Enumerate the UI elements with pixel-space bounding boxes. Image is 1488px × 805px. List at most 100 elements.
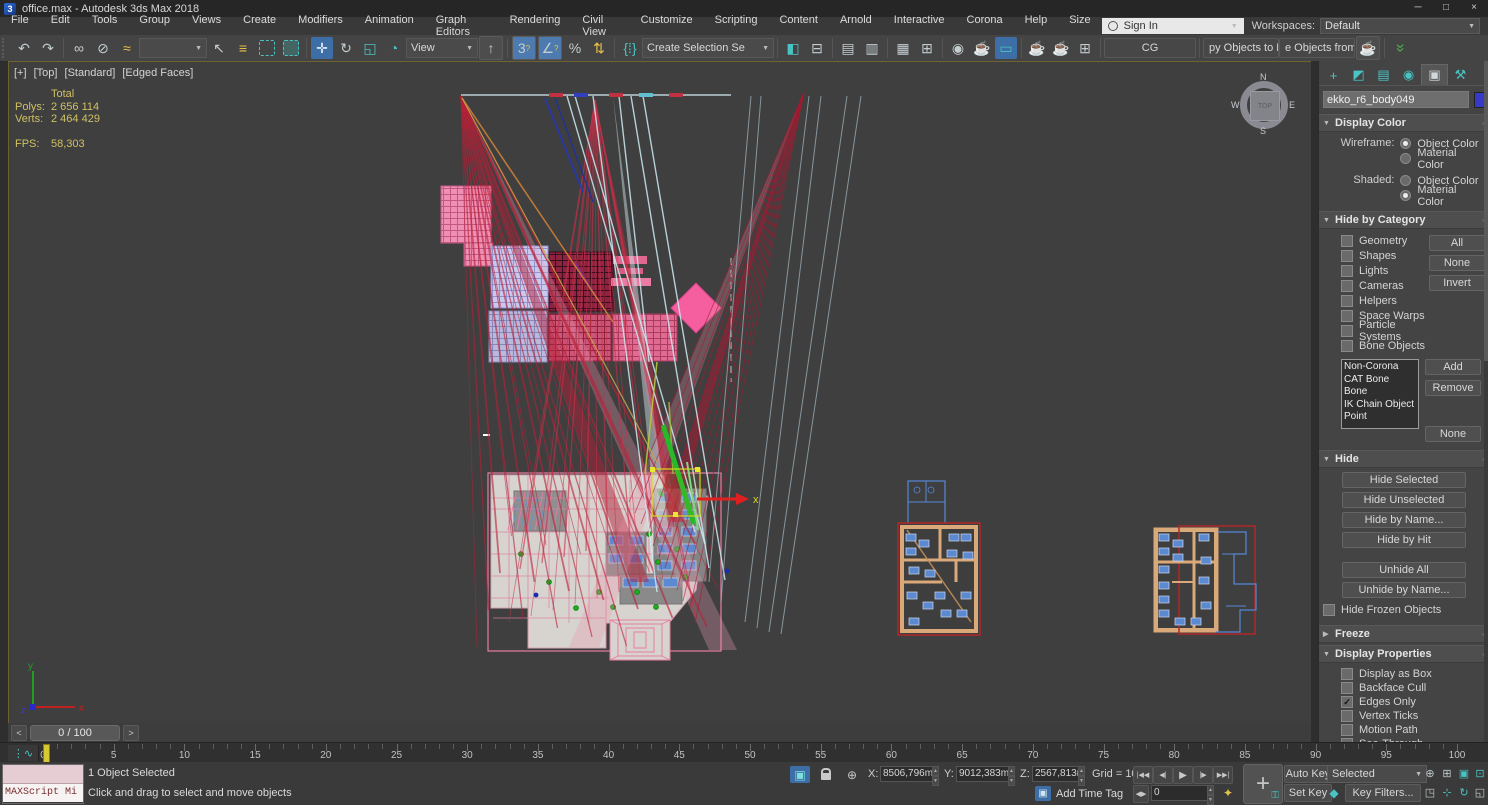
rollout-display-properties[interactable]: ▼Display Properties▪ <box>1319 645 1488 663</box>
checkbox-icon[interactable] <box>1341 250 1353 262</box>
play-button[interactable]: ▶ <box>1173 766 1193 784</box>
viewcube-east[interactable]: E <box>1289 100 1295 110</box>
corona-toolbar-icon[interactable]: » <box>1389 37 1411 59</box>
viewcube-north[interactable]: N <box>1260 72 1267 82</box>
rectangular-selection-region-icon[interactable] <box>259 40 275 56</box>
isolate-selection-icon[interactable]: ▣ <box>790 766 810 783</box>
zoom-extents-all-icon[interactable]: ⊡ <box>1472 766 1488 781</box>
hide-frozen-objects-checkbox[interactable]: Hide Frozen Objects <box>1323 602 1485 617</box>
list-none-button[interactable]: None <box>1425 426 1481 442</box>
object-name-field[interactable] <box>1323 91 1469 108</box>
tab-modify[interactable]: ◩ <box>1346 65 1371 85</box>
category-lights[interactable]: Lights <box>1341 263 1429 278</box>
next-key-button[interactable]: |▶ <box>1193 766 1213 784</box>
create-key-button[interactable]: +⚿ <box>1243 764 1283 804</box>
render-production-icon[interactable]: ☕ <box>1026 37 1048 59</box>
select-and-scale-icon[interactable]: ◱ <box>359 37 381 59</box>
dp-motion-path[interactable]: Motion Path <box>1341 723 1485 737</box>
invert-button[interactable]: Invert <box>1429 275 1485 291</box>
zoom-extents-icon[interactable]: ▣ <box>1456 766 1472 781</box>
category-helpers[interactable]: Helpers <box>1341 293 1429 308</box>
maxscript-mini-listener[interactable]: MAXScript Mi <box>2 764 84 804</box>
z-coordinate-field[interactable]: 2567,813mm <box>1032 766 1082 782</box>
maximize-button[interactable]: □ <box>1432 0 1460 17</box>
auto-key-button[interactable]: Auto Key <box>1284 765 1332 783</box>
viewport-menu-faces[interactable]: [Edged Faces] <box>122 67 193 79</box>
wireframe-material-color-radio[interactable]: Material Color <box>1400 151 1485 166</box>
select-by-name-icon[interactable]: ≡ <box>232 37 254 59</box>
unhide-allbutton[interactable]: Unhide All <box>1342 562 1466 578</box>
selection-set-key-dropdown[interactable]: Selected▼ <box>1327 765 1427 783</box>
y-spinner[interactable]: ▲▼ <box>1008 766 1015 782</box>
undo-icon[interactable]: ↶ <box>13 37 35 59</box>
category-listbox[interactable]: Non-CoronaCAT BoneBoneIK Chain ObjectPoi… <box>1341 359 1419 429</box>
remove-button[interactable]: Remove <box>1425 380 1481 396</box>
checkbox-icon[interactable] <box>1341 280 1353 292</box>
sign-in-button[interactable]: Sign In ▼ <box>1102 18 1244 34</box>
checkbox-icon[interactable] <box>1341 325 1353 337</box>
curve-editor-icon[interactable]: ▦ <box>892 37 914 59</box>
none-button[interactable]: None <box>1429 255 1485 271</box>
checkbox-icon[interactable] <box>1341 310 1353 322</box>
select-and-rotate-icon[interactable]: ↻ <box>335 37 357 59</box>
unlink-selection-icon[interactable]: ⊘ <box>92 37 114 59</box>
paste-objects-from-file-button[interactable]: e Objects from <box>1279 38 1355 58</box>
select-and-place-icon[interactable]: ◔ <box>383 37 405 59</box>
hide-by-hitbutton[interactable]: Hide by Hit <box>1342 532 1466 548</box>
maxscript-listener-pane[interactable]: MAXScript Mi <box>3 784 83 802</box>
hide-unselectedbutton[interactable]: Hide Unselected <box>1342 492 1466 508</box>
tab-motion[interactable]: ◉ <box>1396 65 1421 85</box>
key-filter-mode-icon[interactable]: ◆ <box>1327 784 1341 801</box>
checkbox-icon[interactable] <box>1341 682 1353 694</box>
all-button[interactable]: All <box>1429 235 1485 251</box>
tab-utilities[interactable]: ⚒ <box>1448 65 1473 85</box>
viewport-menu-general[interactable]: [+] <box>14 67 27 79</box>
list-item[interactable]: Point <box>1344 411 1416 424</box>
viewcube-west[interactable]: W <box>1231 100 1240 110</box>
dp-display-as-box[interactable]: Display as Box <box>1341 667 1485 681</box>
category-bone-objects[interactable]: Bone Objects <box>1341 338 1429 353</box>
view-cube[interactable]: TOP N E S W <box>1233 74 1295 136</box>
viewcube-south[interactable]: S <box>1260 126 1266 136</box>
next-frame-button[interactable]: > <box>123 725 139 741</box>
open-in-cloud-icon[interactable]: ⊞ <box>1074 37 1096 59</box>
maxscript-macro-pane[interactable] <box>3 765 83 784</box>
bind-to-space-warp-icon[interactable]: ≈ <box>116 37 138 59</box>
x-spinner[interactable]: ▲▼ <box>932 766 939 782</box>
dp-vertex-ticks[interactable]: Vertex Ticks <box>1341 709 1485 723</box>
toolbar-grip[interactable] <box>2 38 10 58</box>
time-slider-handle[interactable]: 0 / 100 <box>30 725 120 741</box>
add-button[interactable]: Add <box>1425 359 1481 375</box>
maximize-viewport-icon[interactable]: ◱ <box>1472 785 1488 800</box>
use-pivot-point-icon[interactable]: ↑ <box>479 36 503 60</box>
viewport-menu-shading[interactable]: [Standard] <box>65 67 116 79</box>
scene-canvas[interactable]: x <box>9 62 1311 723</box>
checkbox-icon[interactable] <box>1341 265 1353 277</box>
list-item[interactable]: Bone <box>1344 386 1416 399</box>
mirror-icon[interactable]: ◧ <box>782 37 804 59</box>
category-geometry[interactable]: Geometry <box>1341 233 1429 248</box>
ribbon-toggle-icon[interactable]: ▥ <box>861 37 883 59</box>
select-object-icon[interactable]: ↖ <box>208 37 230 59</box>
redo-icon[interactable]: ↷ <box>37 37 59 59</box>
list-item[interactable]: CAT Bone <box>1344 374 1416 387</box>
add-time-tag[interactable]: ▣ Add Time Tag <box>1035 786 1123 801</box>
current-frame-field[interactable]: 0 <box>1151 785 1211 801</box>
snap-toggle-3d-icon[interactable]: 3? <box>512 36 536 60</box>
align-icon[interactable]: ⊟ <box>806 37 828 59</box>
angle-snap-icon[interactable]: ∠? <box>538 36 562 60</box>
hide-by-name-button[interactable]: Hide by Name... <box>1342 512 1466 528</box>
z-spinner[interactable]: ▲▼ <box>1078 766 1085 782</box>
tab-display[interactable]: ▣ <box>1421 64 1448 85</box>
render-window-icon[interactable]: ☕ <box>1356 36 1380 60</box>
panel-scrollbar[interactable] <box>1484 61 1488 742</box>
schematic-view-icon[interactable]: ⊞ <box>916 37 938 59</box>
copy-objects-to-file-button[interactable]: py Objects to F <box>1203 38 1279 58</box>
zoom-all-icon[interactable]: ⊞ <box>1439 766 1455 781</box>
checkbox-icon[interactable] <box>1341 235 1353 247</box>
track-bar[interactable]: ⋮∿ 0510152025303540455055606570758085909… <box>0 742 1488 764</box>
checkbox-icon[interactable] <box>1341 295 1353 307</box>
viewport-menu-view[interactable]: [Top] <box>34 67 58 79</box>
checkbox-icon[interactable] <box>1341 710 1353 722</box>
render-iterative-icon[interactable]: ☕ <box>1050 37 1072 59</box>
